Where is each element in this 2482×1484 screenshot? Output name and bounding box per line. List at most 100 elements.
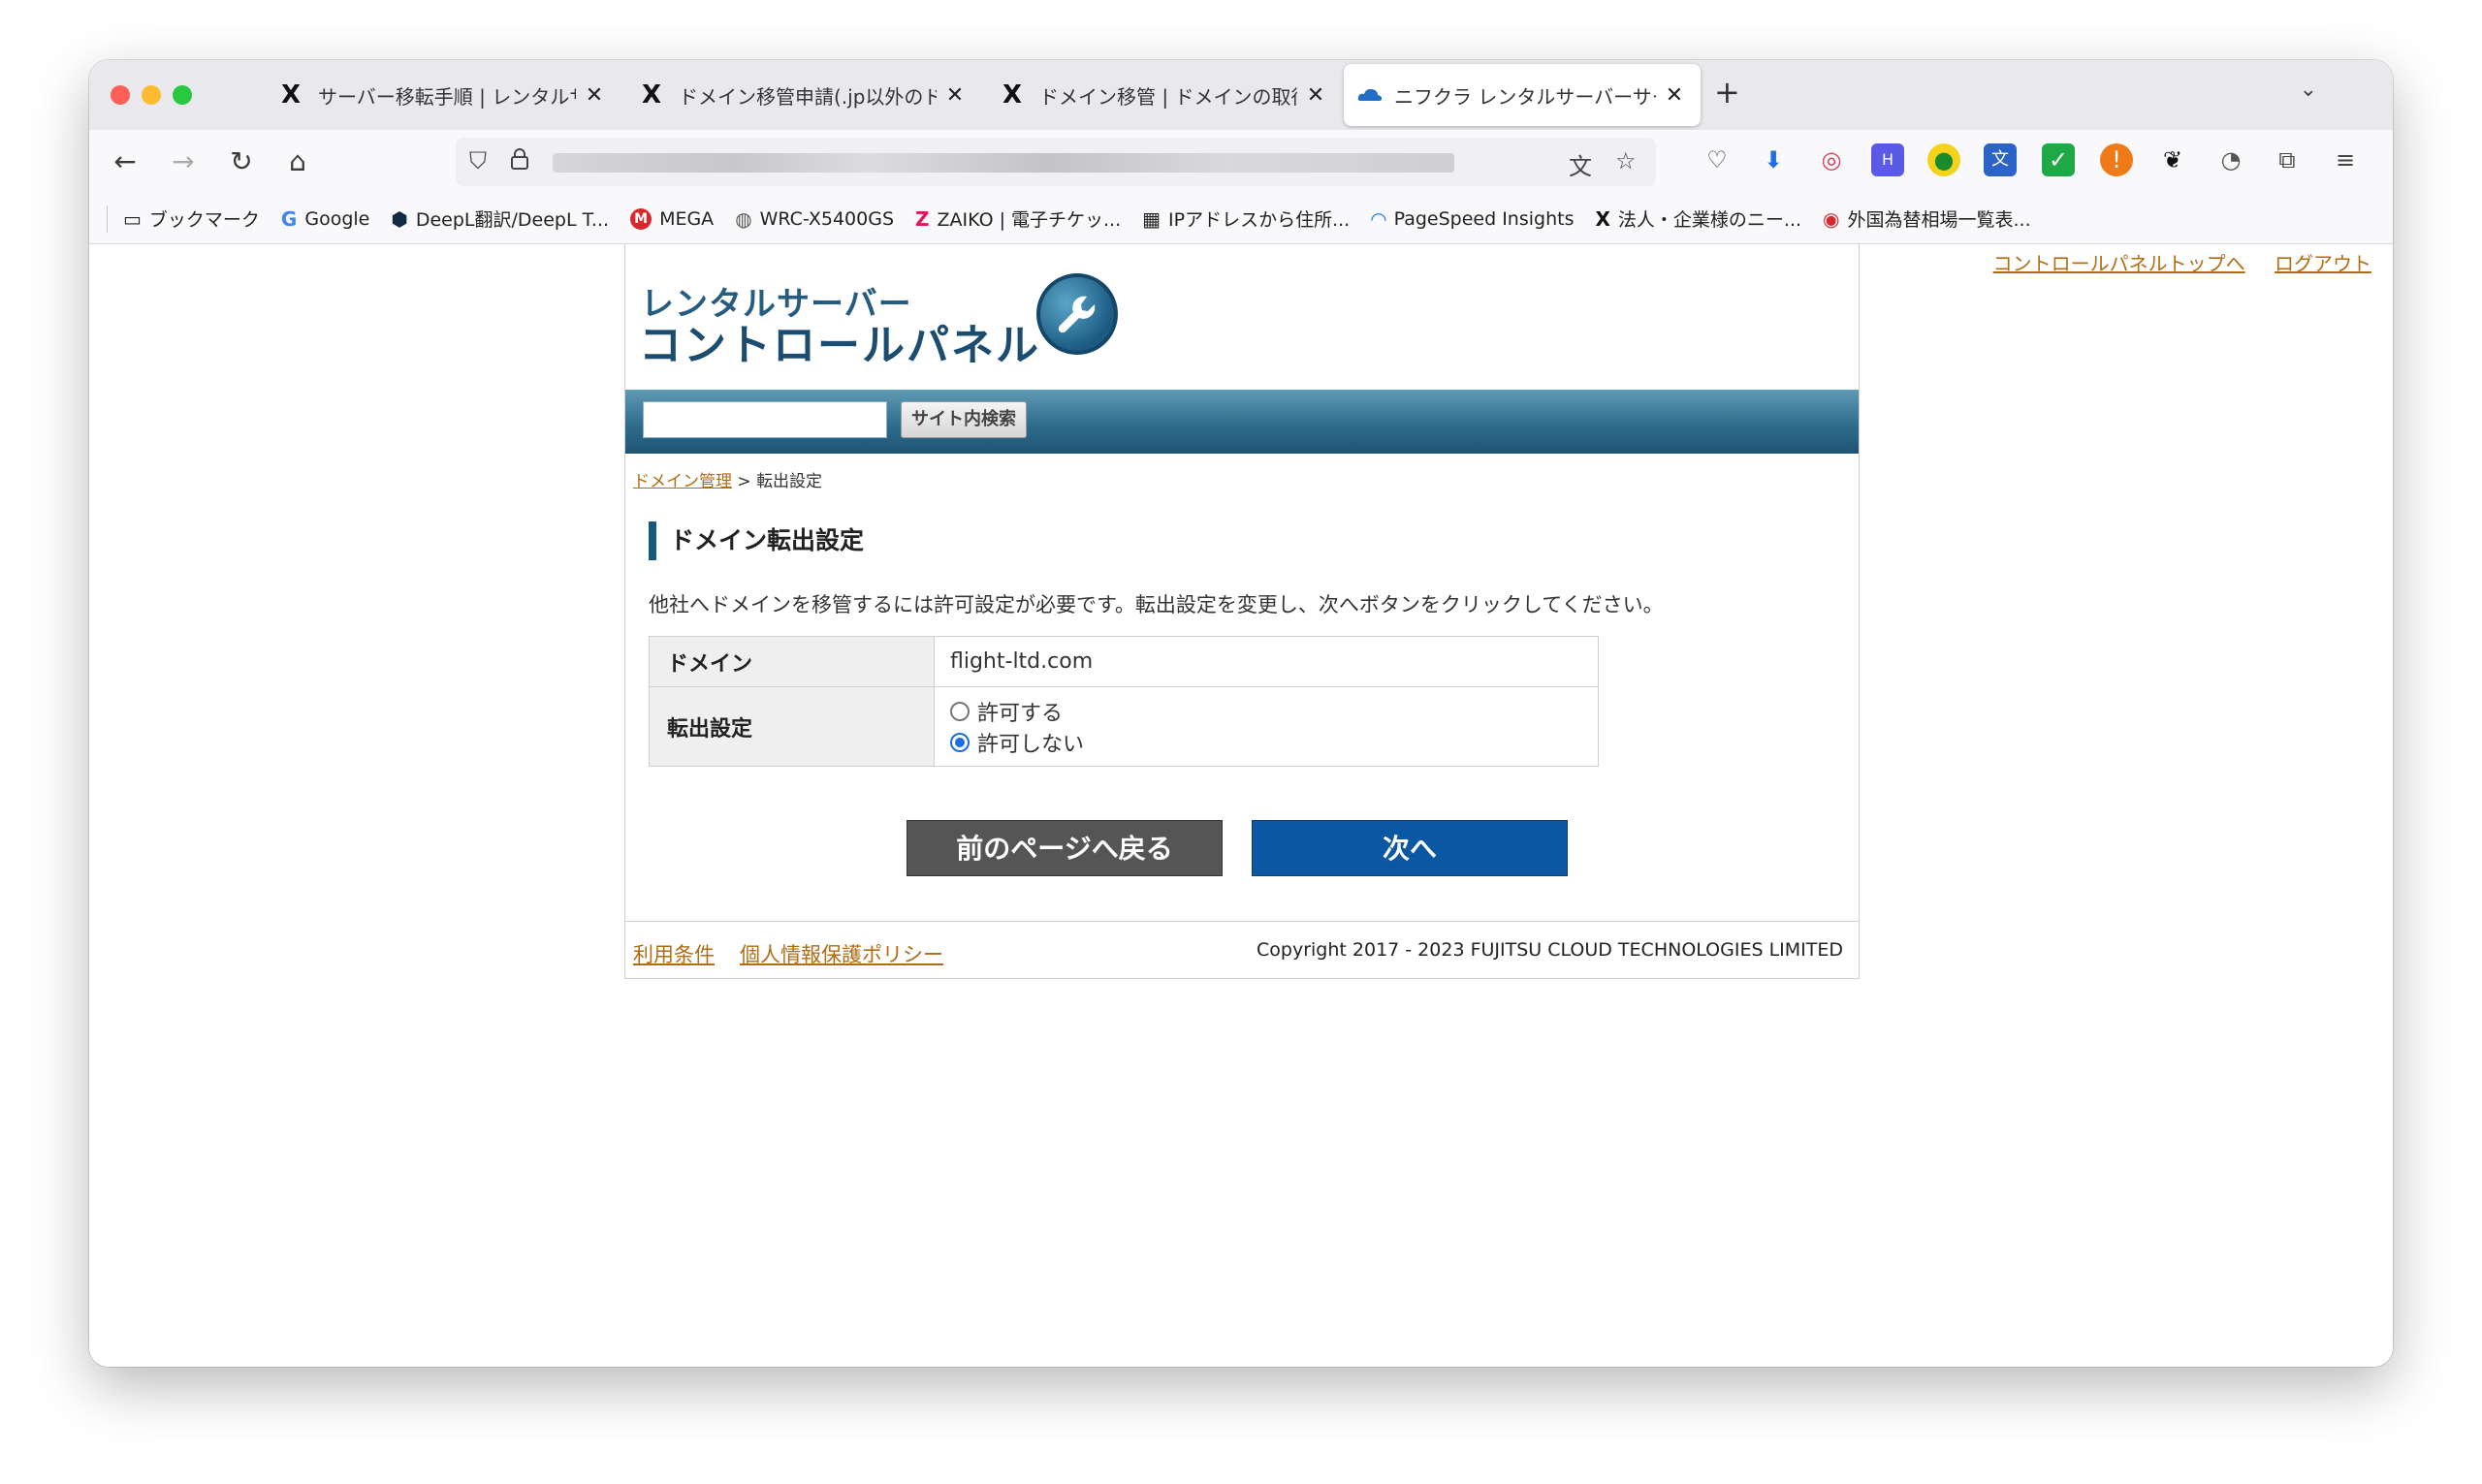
close-icon[interactable]: ✕ bbox=[582, 83, 607, 108]
radio-deny-label: 許可しない bbox=[977, 732, 1085, 757]
breadcrumb-separator: > bbox=[737, 472, 751, 491]
extension-translate-icon[interactable]: 文 bbox=[1984, 143, 2017, 176]
control-panel-header: レンタルサーバー コントロールパネル bbox=[625, 244, 1859, 390]
terms-link[interactable]: 利用条件 bbox=[633, 939, 715, 968]
bookmark-folder[interactable]: ▭ ブックマーク bbox=[123, 205, 260, 232]
download-icon[interactable]: ⬇ bbox=[1757, 143, 1790, 176]
lock-icon[interactable] bbox=[510, 147, 529, 176]
table-row: ドメイン flight-ltd.com bbox=[649, 636, 1599, 687]
bookmark-label: ブックマーク bbox=[148, 209, 260, 231]
bookmark-pagespeed[interactable]: ◠ PageSpeed Insights bbox=[1371, 207, 1574, 231]
bookmark-google[interactable]: G Google bbox=[281, 207, 369, 231]
cloud-icon bbox=[1357, 80, 1383, 110]
bookmarks-divider bbox=[107, 205, 108, 233]
radio-deny[interactable]: 許可しない bbox=[950, 727, 1582, 758]
control-panel-top-link[interactable]: コントロールパネルトップへ bbox=[1993, 252, 2245, 275]
privacy-policy-link[interactable]: 個人情報保護ポリシー bbox=[740, 939, 943, 968]
tab-strip: X サーバー移転手順 | レンタルサーバ ✕ X ドメイン移管申請(.jp以外の… bbox=[89, 60, 2393, 130]
pagespeed-icon: ◠ bbox=[1371, 206, 1386, 231]
wrench-logo-icon bbox=[1036, 273, 1118, 355]
new-tab-button[interactable]: + bbox=[1714, 74, 1740, 111]
breadcrumb-domain-management[interactable]: ドメイン管理 bbox=[633, 472, 732, 491]
deepl-icon: ⬢ bbox=[391, 206, 408, 231]
bookmark-label: Google bbox=[304, 207, 370, 230]
transfer-setting-options: 許可する 許可しない bbox=[934, 686, 1599, 767]
close-icon[interactable]: ✕ bbox=[1662, 83, 1687, 108]
url-text-redacted bbox=[553, 153, 1454, 173]
extension-pie-icon[interactable]: ◔ bbox=[2214, 143, 2247, 176]
bookmark-corporate[interactable]: X 法人・企業様のニー... bbox=[1595, 205, 1801, 232]
extension-swirl-icon[interactable]: ◎ bbox=[1815, 143, 1848, 176]
tab-title: ドメイン移管 | ドメインの取得も bbox=[1039, 84, 1297, 109]
tab-domain-transfer-request[interactable]: X ドメイン移管申請(.jp以外のドメ ✕ bbox=[628, 64, 981, 126]
tab-title: ドメイン移管申請(.jp以外のドメ bbox=[679, 84, 937, 109]
top-links: コントロールパネルトップへ ログアウト bbox=[1970, 248, 2371, 276]
domain-value: flight-ltd.com bbox=[934, 636, 1599, 687]
x-icon: X bbox=[1595, 206, 1610, 231]
shield-icon[interactable]: ⛉ bbox=[469, 147, 487, 174]
address-bar[interactable]: ⛉ 文 ☆ bbox=[456, 138, 1656, 186]
radio-button-selected[interactable] bbox=[950, 732, 970, 752]
bookmark-zaiko[interactable]: Z ZAIKO | 電子チケッ... bbox=[915, 205, 1121, 232]
forward-arrow-icon[interactable]: → bbox=[165, 143, 202, 180]
transfer-settings-table: ドメイン flight-ltd.com 転出設定 許可する 許可しない bbox=[649, 636, 1599, 767]
pocket-icon[interactable]: ♡ bbox=[1701, 143, 1734, 176]
tab-title: ニフクラ レンタルサーバーサービ bbox=[1394, 84, 1656, 109]
bookmark-label: 外国為替相場一覧表... bbox=[1847, 209, 2031, 231]
window-minimize-button[interactable] bbox=[142, 85, 161, 105]
home-icon[interactable]: ⌂ bbox=[279, 143, 316, 180]
site-search-button[interactable]: サイト内検索 bbox=[901, 401, 1027, 438]
bookmark-label: ZAIKO | 電子チケッ... bbox=[937, 209, 1122, 231]
breadcrumb: ドメイン管理 > 転出設定 bbox=[633, 467, 822, 491]
logout-link[interactable]: ログアウト bbox=[2275, 252, 2371, 275]
footer: 利用条件 個人情報保護ポリシー Copyright 2017 - 2023 FU… bbox=[625, 921, 1859, 979]
next-button[interactable]: 次へ bbox=[1252, 820, 1568, 876]
bookmark-deepl[interactable]: ⬢ DeepL翻訳/DeepL T... bbox=[391, 205, 609, 232]
extension-paw-icon[interactable]: ❦ bbox=[2156, 143, 2189, 176]
bookmark-label: PageSpeed Insights bbox=[1393, 207, 1575, 230]
transfer-setting-label: 転出設定 bbox=[649, 686, 935, 767]
bookmark-label: DeepL翻訳/DeepL T... bbox=[415, 209, 610, 231]
bookmark-label: MEGA bbox=[659, 207, 715, 230]
extension-check-icon[interactable]: ✓ bbox=[2042, 143, 2075, 176]
x-icon: X bbox=[642, 80, 662, 110]
tab-nifcloud[interactable]: ニフクラ レンタルサーバーサービ ✕ bbox=[1344, 64, 1701, 126]
bookmark-label: WRC-X5400GS bbox=[759, 207, 895, 230]
page-title: ドメイン転出設定 bbox=[649, 521, 864, 560]
bookmarks-bar: ▭ ブックマーク G Google ⬢ DeepL翻訳/DeepL T... M… bbox=[89, 194, 2393, 244]
logo-title: コントロールパネル bbox=[639, 321, 1040, 370]
window-close-button[interactable] bbox=[111, 85, 130, 105]
close-icon[interactable]: ✕ bbox=[1303, 83, 1328, 108]
breadcrumb-current: 転出設定 bbox=[756, 472, 823, 491]
tab-server-migration[interactable]: X サーバー移転手順 | レンタルサーバ ✕ bbox=[268, 64, 620, 126]
bookmark-ip-address[interactable]: ▦ IPアドレスから住所... bbox=[1142, 205, 1350, 232]
close-icon[interactable]: ✕ bbox=[942, 83, 968, 108]
back-button[interactable]: 前のページへ戻る bbox=[907, 820, 1223, 876]
reload-icon[interactable]: ↻ bbox=[223, 143, 260, 180]
extension-orange-icon[interactable]: ! bbox=[2100, 143, 2133, 176]
back-arrow-icon[interactable]: ← bbox=[107, 143, 143, 180]
bookmark-forex[interactable]: ◉ 外国為替相場一覧表... bbox=[1823, 205, 2031, 232]
extension-coin-icon[interactable]: ● bbox=[1927, 143, 1960, 176]
page-content: コントロールパネルトップへ ログアウト レンタルサーバー コントロールパネル サ… bbox=[89, 244, 2393, 1367]
radio-allow[interactable]: 許可する bbox=[950, 696, 1582, 727]
tab-list-chevron-icon[interactable]: ⌄ bbox=[2300, 78, 2317, 102]
bookmark-mega[interactable]: M MEGA bbox=[630, 207, 715, 230]
copyright-text: Copyright 2017 - 2023 FUJITSU CLOUD TECH… bbox=[1257, 939, 1843, 961]
x-icon: X bbox=[281, 80, 302, 110]
translate-icon[interactable]: 文 bbox=[1569, 147, 1592, 181]
site-search-bar: サイト内検索 bbox=[625, 390, 1859, 454]
radio-button[interactable] bbox=[950, 701, 970, 721]
tab-domain-transfer[interactable]: X ドメイン移管 | ドメインの取得も ✕ bbox=[989, 64, 1342, 126]
window-maximize-button[interactable] bbox=[173, 85, 192, 105]
extension-h-icon[interactable]: H bbox=[1871, 143, 1904, 176]
mega-icon: M bbox=[630, 207, 652, 230]
mufg-icon: ◉ bbox=[1823, 206, 1840, 231]
bookmark-wrc[interactable]: ◍ WRC-X5400GS bbox=[735, 207, 894, 231]
star-icon[interactable]: ☆ bbox=[1615, 147, 1637, 174]
extensions-puzzle-icon[interactable]: ⧉ bbox=[2271, 143, 2304, 176]
browser-window: X サーバー移転手順 | レンタルサーバ ✕ X ドメイン移管申請(.jp以外の… bbox=[89, 60, 2393, 1367]
site-search-input[interactable] bbox=[643, 401, 887, 438]
clapperboard-icon: ▦ bbox=[1142, 206, 1161, 231]
menu-hamburger-icon[interactable]: ≡ bbox=[2329, 143, 2362, 176]
